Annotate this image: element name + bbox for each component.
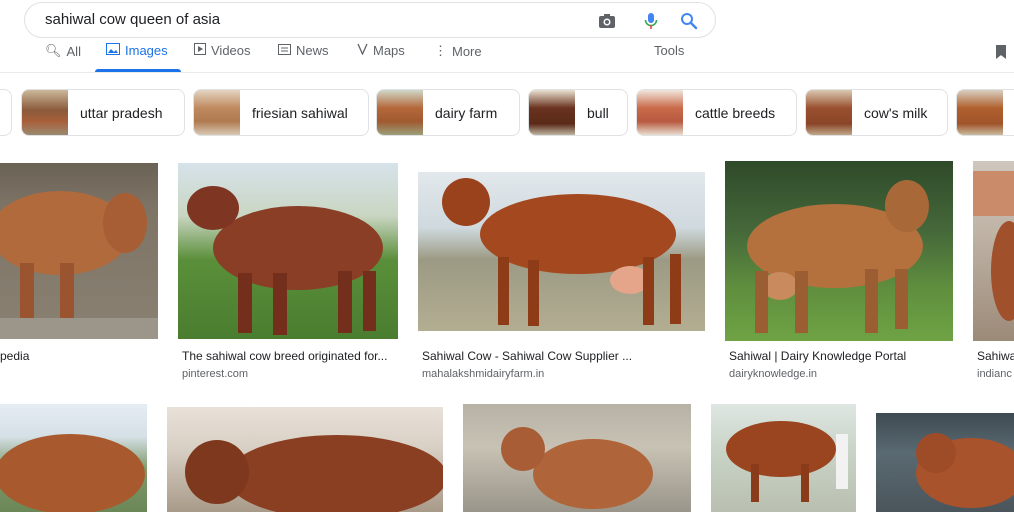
chip-partial-left[interactable] [0, 89, 12, 136]
video-icon [194, 43, 206, 58]
tools-label: Tools [654, 43, 685, 58]
image-result-5[interactable] [973, 161, 1014, 341]
result-3-title[interactable]: Sahiwal Cow - Sahiwal Cow Supplier ... [422, 349, 705, 363]
chip-thumbnail [529, 90, 575, 135]
image-result-4[interactable] [725, 161, 953, 341]
chip-label: cow's milk [864, 104, 928, 121]
search-tabs: 🔍︎ All Images Videos News Maps ⋮ More Tool… [0, 40, 1014, 73]
tab-images[interactable]: Images [106, 43, 168, 58]
chip-cows-milk[interactable]: cow's milk [805, 89, 948, 136]
tab-all[interactable]: 🔍︎ All [45, 43, 81, 59]
news-icon [278, 43, 291, 58]
chip-cattle-breeds[interactable]: cattle breeds [636, 89, 797, 136]
tab-news[interactable]: News [278, 43, 329, 58]
chip-thumbnail [377, 90, 423, 135]
chip-thumbnail [22, 90, 68, 135]
chip-label: uttar pradesh [80, 104, 163, 121]
tab-images-label: Images [125, 43, 168, 58]
result-5-source[interactable]: indianc [977, 368, 1014, 380]
search-box[interactable]: sahiwal cow queen of asia [24, 2, 716, 38]
search-small-icon: 🔍︎ [45, 43, 62, 58]
result-1-title[interactable]: pedia [0, 349, 158, 363]
tab-more-label: More [452, 43, 482, 59]
chip-friesian-sahiwal[interactable]: friesian sahiwal [193, 89, 369, 136]
chip-thumbnail [806, 90, 852, 135]
more-dots-icon: ⋮ [434, 43, 447, 58]
tab-videos-label: Videos [211, 43, 251, 58]
bookmark-icon[interactable] [996, 45, 1006, 59]
chip-label: cattle breeds [695, 104, 776, 121]
image-result-1[interactable] [0, 163, 158, 339]
active-tab-indicator [95, 69, 181, 72]
result-2-title[interactable]: The sahiwal cow breed originated for... [182, 349, 400, 363]
result-4-title[interactable]: Sahiwal | Dairy Knowledge Portal [729, 349, 954, 363]
tab-all-label: All [66, 43, 81, 59]
chip-label: dairy farm [435, 104, 498, 121]
tab-more[interactable]: ⋮ More [434, 43, 482, 59]
chip-uttar-pradesh[interactable]: uttar pradesh [21, 89, 185, 136]
microphone-icon[interactable] [641, 11, 661, 31]
tab-maps[interactable]: Maps [357, 43, 405, 58]
chip-label: friesian sahiwal [252, 104, 348, 121]
image-result-7[interactable] [167, 407, 443, 512]
result-5-title[interactable]: Sahiwa [977, 349, 1014, 363]
image-result-10[interactable] [876, 413, 1014, 512]
chip-thumbnail [957, 90, 1003, 135]
image-icon [106, 43, 120, 58]
tab-news-label: News [296, 43, 329, 58]
chip-partial-right[interactable] [956, 89, 1014, 136]
map-pin-icon [357, 43, 368, 58]
tab-videos[interactable]: Videos [194, 43, 251, 58]
chip-bull[interactable]: bull [528, 89, 628, 136]
result-2-source[interactable]: pinterest.com [182, 368, 400, 380]
image-result-2[interactable] [178, 163, 398, 339]
chip-label: bull [587, 104, 609, 121]
result-4-source[interactable]: dairyknowledge.in [729, 368, 954, 380]
image-result-9[interactable] [711, 404, 856, 512]
tools-button[interactable]: Tools [654, 43, 684, 58]
chip-thumbnail [194, 90, 240, 135]
tab-maps-label: Maps [373, 43, 405, 58]
result-3-source[interactable]: mahalakshmidairyfarm.in [422, 368, 705, 380]
search-input[interactable]: sahiwal cow queen of asia [45, 11, 220, 28]
search-icon[interactable] [679, 11, 699, 31]
image-result-3[interactable] [418, 172, 705, 331]
image-result-8[interactable] [463, 404, 691, 512]
chip-dairy-farm[interactable]: dairy farm [376, 89, 520, 136]
image-result-6[interactable] [0, 404, 147, 512]
camera-icon[interactable] [597, 11, 617, 31]
chip-thumbnail [637, 90, 683, 135]
